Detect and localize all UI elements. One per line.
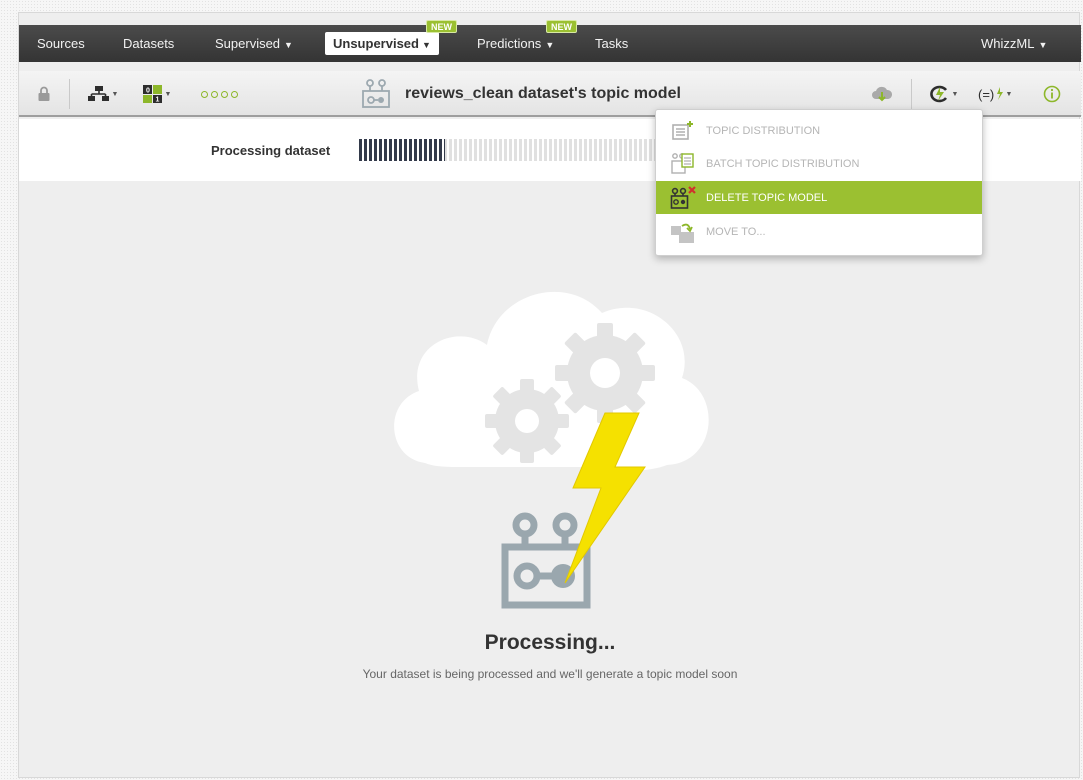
nav-sources-label: Sources (37, 36, 85, 51)
gear-icon (555, 323, 655, 423)
nav-unsupervised[interactable]: Unsupervised ▼ (325, 32, 439, 55)
menu-item-delete-topic-model[interactable]: DELETE TOPIC MODEL (656, 181, 982, 214)
fields-icon[interactable]: 01 ▼ (137, 81, 177, 107)
new-badge-predictions: NEW (546, 20, 577, 33)
chevron-down-icon: ▼ (951, 90, 959, 98)
chevron-down-icon: ▼ (111, 90, 119, 98)
menu-item-topic-distribution[interactable]: TOPIC DISTRIBUTION (656, 114, 982, 147)
nav-supervised-label: Supervised (215, 36, 281, 51)
processing-illustration (377, 253, 717, 613)
nav-datasets-label: Datasets (123, 36, 175, 51)
menu-item-move-to[interactable]: MOVE TO... (656, 215, 982, 248)
chevron-down-icon: ▼ (421, 40, 431, 50)
formula-icon[interactable]: (=) ▼ (975, 81, 1015, 107)
nav-sources[interactable]: Sources (37, 25, 85, 62)
menu-item-label: MOVE TO... (706, 225, 766, 238)
topic-distribution-icon (668, 118, 698, 144)
batch-topic-distribution-icon (668, 151, 698, 177)
svg-text:1: 1 (155, 97, 159, 104)
app-frame: Sources Datasets Supervised ▼ Unsupervise… (18, 12, 1081, 778)
processing-title: Processing... (484, 631, 616, 654)
chevron-down-icon: ▼ (164, 90, 172, 98)
menu-item-batch-topic-distribution[interactable]: BATCH TOPIC DISTRIBUTION (656, 147, 982, 180)
delete-topic-model-icon (668, 185, 698, 211)
nav-tasks-label: Tasks (595, 36, 629, 51)
toolbar-divider (69, 79, 70, 109)
top-nav: Sources Datasets Supervised ▼ Unsupervise… (19, 20, 1081, 62)
toolbar-divider (911, 79, 912, 109)
nav-unsupervised-label: Unsupervised (333, 36, 419, 51)
chevron-down-icon: ▼ (284, 40, 293, 50)
menu-item-label: DELETE TOPIC MODEL (706, 191, 828, 204)
nav-predictions[interactable]: Predictions ▼ (477, 25, 554, 62)
chevron-down-icon: ▼ (545, 40, 555, 50)
actions-dropdown: TOPIC DISTRIBUTION BATCH TOPIC DISTRIBUT… (655, 109, 983, 256)
menu-item-label: BATCH TOPIC DISTRIBUTION (706, 157, 860, 170)
cloud-download-icon[interactable] (869, 81, 895, 107)
nav-supervised[interactable]: Supervised ▼ (215, 25, 293, 62)
chevron-down-icon: ▼ (1038, 40, 1048, 50)
tree-icon[interactable]: ▼ (83, 81, 123, 107)
menu-item-label: TOPIC DISTRIBUTION (706, 124, 821, 137)
actions-icon[interactable]: ▼ (923, 81, 963, 107)
new-badge-unsupervised: NEW (426, 20, 457, 33)
progress-label: Processing dataset (211, 143, 331, 158)
info-icon[interactable] (1039, 81, 1065, 107)
dots-icon[interactable] (197, 81, 241, 107)
topic-model-icon (359, 79, 393, 109)
nav-datasets[interactable]: Datasets (123, 25, 174, 62)
page-title: reviews_clean dataset's topic model (405, 85, 681, 102)
processing-subtitle: Your dataset is being processed and we'l… (362, 667, 738, 681)
svg-text:(=): (=) (978, 87, 994, 102)
chevron-down-icon: ▼ (1005, 90, 1013, 98)
lock-icon[interactable] (33, 81, 55, 107)
progress-bar-fill (359, 139, 445, 161)
svg-text:0: 0 (146, 88, 150, 95)
gear-icon (485, 379, 569, 463)
nav-tasks[interactable]: Tasks (595, 25, 628, 62)
nav-predictions-label: Predictions (477, 36, 542, 51)
nav-whizzml-label: WhizzML (981, 36, 1035, 51)
move-to-icon (668, 219, 698, 245)
nav-whizzml[interactable]: WhizzML ▼ (981, 25, 1047, 62)
